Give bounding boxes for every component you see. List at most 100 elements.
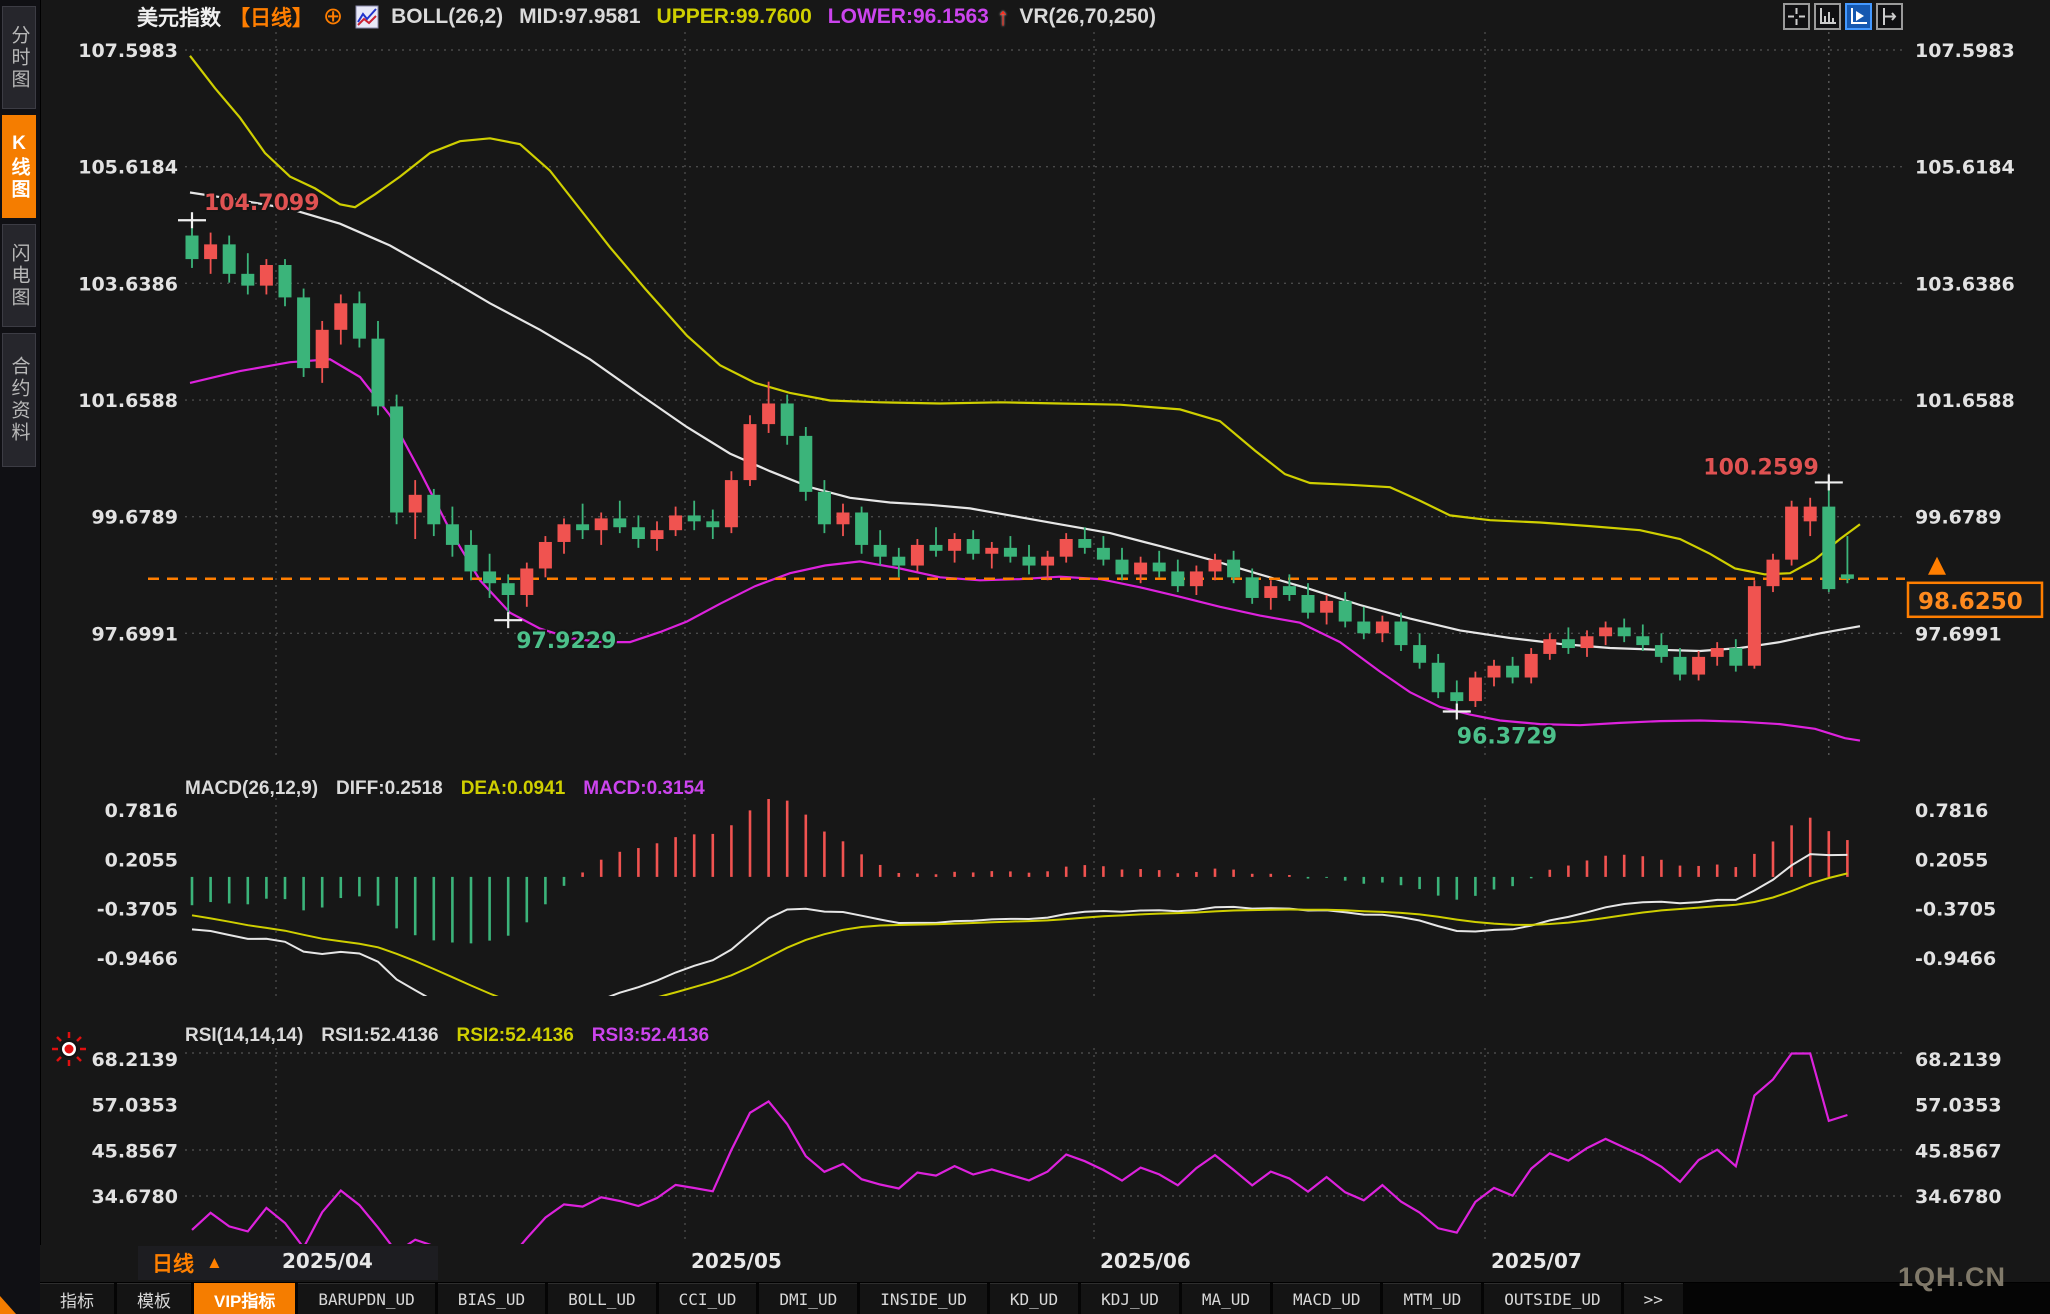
candle-body xyxy=(1506,666,1519,678)
candle-body xyxy=(874,545,887,557)
add-indicator-icon[interactable]: ⊕ xyxy=(323,5,343,29)
candle-body xyxy=(1264,586,1277,598)
indicator-tab-vip[interactable]: VIP指标 xyxy=(194,1283,295,1314)
candle-body xyxy=(1432,663,1445,692)
current-price-value: 98.6250 xyxy=(1918,589,2023,615)
boll-lower-line xyxy=(190,359,1860,740)
macd-name: MACD(26,12,9) xyxy=(185,778,318,800)
rsi-line xyxy=(192,1054,1847,1261)
price-axis-label-left: 101.6588 xyxy=(78,390,178,412)
period-tag[interactable]: 【日线】 xyxy=(229,2,313,32)
chevron-up-icon: ▲ xyxy=(206,1253,223,1273)
macd-axis-label-right: -0.3705 xyxy=(1915,899,1996,921)
boll-label: BOLL(26,2) xyxy=(391,5,503,29)
candle-body xyxy=(223,244,236,273)
move-crosshair-icon[interactable] xyxy=(1783,3,1810,30)
indicator-tab-kdud[interactable]: KD_UD xyxy=(990,1283,1078,1314)
boll-mid-value: MID:97.9581 xyxy=(519,5,640,29)
extreme-marker xyxy=(178,212,206,228)
candle-body xyxy=(1562,639,1575,648)
indicator-tab-macdud[interactable]: MACD_UD xyxy=(1273,1283,1380,1314)
indicator-tab-kdjud[interactable]: KDJ_UD xyxy=(1081,1283,1179,1314)
period-label: 日线 xyxy=(152,1248,194,1278)
candle-body xyxy=(576,524,589,530)
candle-body xyxy=(985,548,998,554)
macd-diff-line xyxy=(192,854,1847,1030)
candle-body xyxy=(1785,507,1798,560)
macd-header: MACD(26,12,9) DIFF:0.2518 DEA:0.0941 MAC… xyxy=(185,776,723,802)
date-label: 2025/05 xyxy=(691,1249,782,1273)
price-axis-label-right: 103.6386 xyxy=(1915,273,2015,295)
sidebar-item-2[interactable]: 闪电图 xyxy=(2,224,36,327)
price-axis-label-right: 105.6184 xyxy=(1915,157,2015,179)
sidebar-item-3[interactable]: 合约资料 xyxy=(2,333,36,467)
price-axis-label-right: 97.6991 xyxy=(1915,623,2002,645)
candle-body xyxy=(1711,648,1724,657)
candle-body xyxy=(297,297,310,368)
candle-body xyxy=(1395,622,1408,646)
candle-body xyxy=(1543,639,1556,654)
candle-body xyxy=(446,524,459,545)
indicator-tab-bollud[interactable]: BOLL_UD xyxy=(548,1283,655,1314)
candle-body xyxy=(762,403,775,424)
candle-body xyxy=(1450,692,1463,701)
candle-body xyxy=(1469,678,1482,702)
price-axis-label-left: 97.6991 xyxy=(91,623,178,645)
rsi-axis-label-right: 45.8567 xyxy=(1915,1140,2002,1162)
right-margin-icon[interactable] xyxy=(1876,3,1903,30)
extreme-price-label: 100.2599 xyxy=(1703,455,1819,480)
extreme-price-label: 97.9229 xyxy=(516,629,616,654)
date-label: 2025/06 xyxy=(1100,1249,1191,1273)
candle-body xyxy=(1581,636,1594,648)
candle-body xyxy=(1004,548,1017,557)
indicator-tab-cciud[interactable]: CCI_UD xyxy=(659,1283,757,1314)
candle-body xyxy=(1636,636,1649,645)
sidebar-item-1[interactable]: K线图 xyxy=(2,115,36,218)
indicator-tab-mtmud[interactable]: MTM_UD xyxy=(1383,1283,1481,1314)
candle-body xyxy=(465,545,478,572)
candle-body xyxy=(316,330,329,368)
extreme-marker xyxy=(494,612,522,628)
macd-macd-value: MACD:0.3154 xyxy=(583,778,704,800)
candle-body xyxy=(1320,601,1333,613)
rsi-axis-label-right: 68.2139 xyxy=(1915,1049,2002,1071)
candle-body xyxy=(911,545,924,566)
alert-burst-icon[interactable] xyxy=(52,1032,86,1071)
macd-axis-label-right: 0.2055 xyxy=(1915,849,1988,871)
indicator-tab-[interactable]: 模板 xyxy=(117,1283,191,1314)
chart-type-icon[interactable] xyxy=(355,4,379,30)
indicator-tab-maud[interactable]: MA_UD xyxy=(1182,1283,1270,1314)
candle-body xyxy=(1413,645,1426,663)
candle-body xyxy=(799,436,812,492)
candle-body xyxy=(1525,654,1538,678)
candle-body xyxy=(1767,560,1780,587)
indicator-tab-outsideud[interactable]: OUTSIDE_UD xyxy=(1484,1283,1620,1314)
extreme-marker xyxy=(1443,704,1471,720)
boll-upper-value: UPPER:99.7600 xyxy=(657,5,812,29)
macd-axis-label-right: 0.7816 xyxy=(1915,800,1988,822)
indicator-tab-dmiud[interactable]: DMI_UD xyxy=(759,1283,857,1314)
indicator-tab-biasud[interactable]: BIAS_UD xyxy=(438,1283,545,1314)
price-axis-label-right: 101.6588 xyxy=(1915,390,2015,412)
macd-axis-label-left: 0.7816 xyxy=(105,800,178,822)
candle-body xyxy=(1097,548,1110,560)
candle-body xyxy=(744,424,757,480)
period-selector[interactable]: 日线 ▲ xyxy=(152,1248,223,1278)
candle-body xyxy=(818,492,831,524)
indicator-tab-insideud[interactable]: INSIDE_UD xyxy=(860,1283,987,1314)
candle-body xyxy=(334,303,347,330)
indicator-tab-[interactable]: >> xyxy=(1624,1283,1683,1314)
candle-body xyxy=(502,583,515,595)
candle-body xyxy=(948,539,961,551)
candle-body xyxy=(855,513,868,545)
symbol-name: 美元指数 xyxy=(137,2,221,32)
sidebar-item-0[interactable]: 分时图 xyxy=(2,6,36,109)
candle-body xyxy=(651,530,664,539)
macd-axis-label-right: -0.9466 xyxy=(1915,948,1996,970)
axis-scale-icon[interactable] xyxy=(1814,3,1841,30)
auto-scale-play-icon[interactable] xyxy=(1845,3,1872,30)
chart-canvas[interactable]: 104.709997.922996.3729100.2599107.598310… xyxy=(0,0,2050,1314)
candle-body xyxy=(241,274,254,286)
indicator-tab-[interactable]: 指标 xyxy=(40,1283,114,1314)
indicator-tab-barupdnud[interactable]: BARUPDN_UD xyxy=(298,1283,434,1314)
